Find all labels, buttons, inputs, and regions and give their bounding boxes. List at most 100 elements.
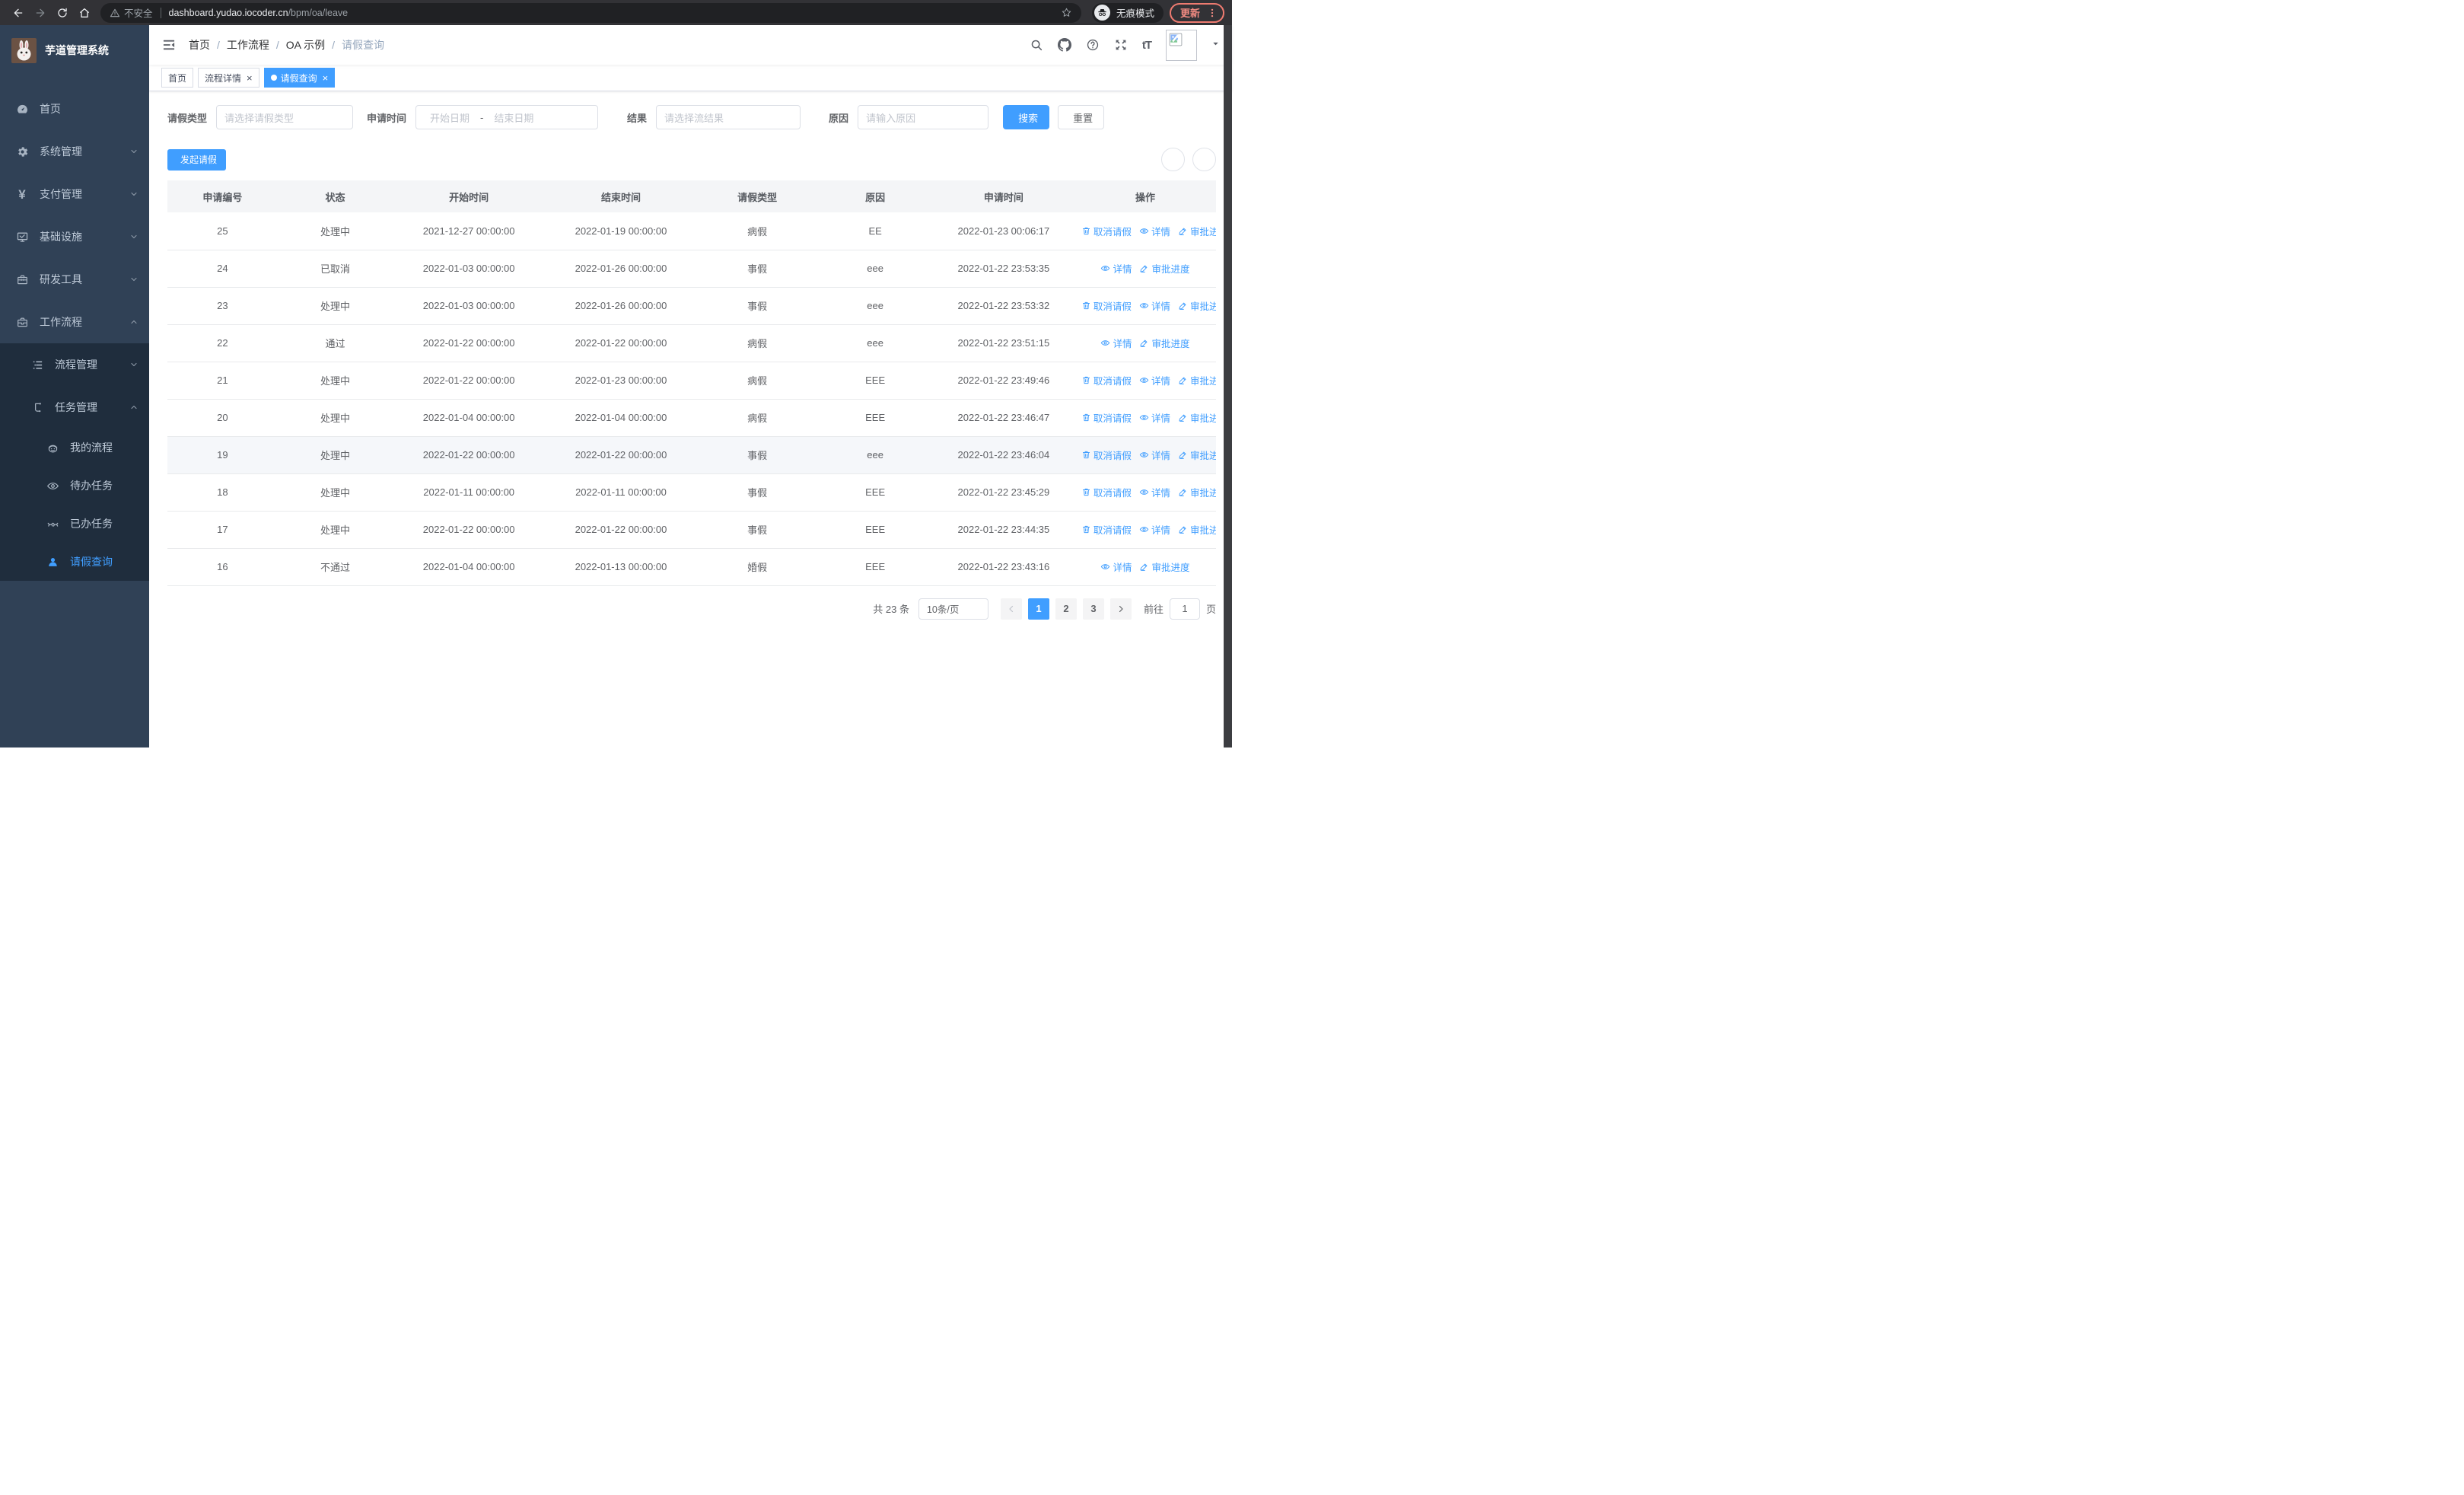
sidebar-toggle-button[interactable] [161,37,177,53]
detail-action-link[interactable]: 详情 [1100,336,1132,350]
detail-action-link[interactable]: 详情 [1100,261,1132,276]
leave-type-select[interactable]: 请选择请假类型 [216,105,354,129]
column-header: 操作 [1074,180,1216,212]
progress-action-link[interactable]: 审批进度 [1178,373,1216,387]
next-page-button[interactable] [1109,598,1132,620]
progress-action-link[interactable]: 审批进度 [1178,485,1216,499]
cell-type: 事假 [696,250,818,288]
home-button[interactable] [74,2,94,23]
detail-action-link[interactable]: 详情 [1139,224,1170,238]
address-bar[interactable]: 不安全 dashboard.yudao.iocoder.cn /bpm/oa/l… [100,2,1081,23]
progress-action-link[interactable]: 审批进度 [1139,261,1189,276]
sidebar-item-流程管理[interactable]: 流程管理 [0,343,149,386]
page-button-3[interactable]: 3 [1082,598,1104,620]
sidebar-item-系统管理[interactable]: 系统管理 [0,130,149,173]
detail-action-link[interactable]: 详情 [1139,448,1170,462]
tab-请假查询[interactable]: 请假查询 × [263,68,336,88]
cell-applied: 2022-01-22 23:49:46 [932,362,1074,400]
action-label: 审批进度 [1189,413,1216,424]
detail-action-link[interactable]: 详情 [1139,522,1170,537]
reload-icon [56,7,68,19]
page-size-select[interactable]: 10条/页 [918,598,988,620]
toggle-search-button[interactable] [1161,148,1185,171]
help-icon [1086,38,1100,52]
cancel-action-link[interactable]: 取消请假 [1081,522,1132,537]
tab-流程详情[interactable]: 流程详情 × [198,68,259,88]
font-size-button[interactable]: tT [1142,39,1152,52]
search-button[interactable] [1030,38,1043,52]
cell-status: 处理中 [277,436,393,474]
cancel-action-link[interactable]: 取消请假 [1081,298,1132,313]
detail-action-link[interactable]: 详情 [1139,298,1170,313]
breadcrumb-item[interactable]: OA 示例 [286,37,325,53]
close-icon[interactable]: × [247,73,253,83]
breadcrumb-item[interactable]: 工作流程 [227,37,269,53]
search-button[interactable]: 搜索 [1003,105,1050,129]
cell-reason: EE [817,212,933,250]
sidebar-item-基础设施[interactable]: 基础设施 [0,215,149,258]
browser-menu-icon[interactable] [1207,8,1218,18]
cancel-action-link[interactable]: 取消请假 [1081,410,1132,425]
help-button[interactable] [1086,38,1100,52]
fullscreen-button[interactable] [1114,38,1128,52]
page-button-1[interactable]: 1 [1027,598,1049,620]
breadcrumb-separator: / [332,39,336,51]
update-button[interactable]: 更新 [1169,2,1224,23]
sidebar-item-已办任务[interactable]: 已办任务 [0,505,149,543]
github-button[interactable] [1057,38,1071,52]
reason-input[interactable]: 请输入原因 [858,105,989,129]
prev-page-button[interactable] [1000,598,1022,620]
progress-action-link[interactable]: 审批进度 [1139,559,1189,574]
detail-action-link[interactable]: 详情 [1139,485,1170,499]
cell-type: 病假 [696,212,818,250]
incognito-badge: 无痕模式 [1091,2,1164,23]
cell-end: 2022-01-26 00:00:00 [545,250,697,288]
window-scrollbar[interactable] [1224,25,1232,748]
avatar[interactable] [1166,29,1197,61]
create-leave-button[interactable]: 发起请假 [167,148,227,171]
sidebar-item-任务管理[interactable]: 任务管理 [0,386,149,429]
sidebar-item-我的流程[interactable]: 我的流程 [0,429,149,467]
app-logo[interactable]: 芋道管理系统 [0,25,149,75]
action-label: 详情 [1113,264,1132,275]
progress-action-link[interactable]: 审批进度 [1178,410,1216,425]
close-icon[interactable]: × [323,73,329,83]
caret-down-icon[interactable] [1211,40,1220,50]
progress-action-link[interactable]: 审批进度 [1178,448,1216,462]
progress-action-link[interactable]: 审批进度 [1178,224,1216,238]
table-row: 23 处理中 2022-01-03 00:00:00 2022-01-26 00:00… [167,287,1216,325]
progress-action-link[interactable]: 审批进度 [1178,522,1216,537]
chevron-down-icon [129,232,138,241]
sidebar-item-请假查询[interactable]: 请假查询 [0,543,149,581]
sidebar-item-待办任务[interactable]: 待办任务 [0,467,149,505]
progress-action-link[interactable]: 审批进度 [1139,336,1189,350]
sidebar-item-首页[interactable]: 首页 [0,88,149,130]
sidebar-item-研发工具[interactable]: 研发工具 [0,258,149,301]
reload-button[interactable] [52,2,72,23]
bookmark-star-icon[interactable] [1061,7,1072,18]
refresh-table-button[interactable] [1192,148,1216,171]
cancel-action-link[interactable]: 取消请假 [1081,224,1132,238]
detail-action-link[interactable]: 详情 [1139,373,1170,387]
cell-end: 2022-01-04 00:00:00 [545,399,697,437]
sidebar-item-工作流程[interactable]: 工作流程 [0,301,149,343]
breadcrumb-item[interactable]: 首页 [189,37,210,53]
cancel-action-link[interactable]: 取消请假 [1081,485,1132,499]
leave-type-label: 请假类型 [167,112,208,124]
cancel-action-link[interactable]: 取消请假 [1081,448,1132,462]
cell-status: 处理中 [277,362,393,400]
reset-button[interactable]: 重置 [1058,105,1105,129]
cancel-action-link[interactable]: 取消请假 [1081,373,1132,387]
back-button[interactable] [8,2,28,23]
sidebar-item-支付管理[interactable]: ¥ 支付管理 [0,173,149,215]
forward-button[interactable] [30,2,50,23]
incognito-label: 无痕模式 [1116,8,1154,19]
goto-page-input[interactable] [1169,598,1200,620]
tab-首页[interactable]: 首页 [161,68,194,88]
page-button-2[interactable]: 2 [1055,598,1077,620]
progress-action-link[interactable]: 审批进度 [1178,298,1216,313]
detail-action-link[interactable]: 详情 [1100,559,1132,574]
result-select[interactable]: 请选择流结果 [656,105,801,129]
detail-action-link[interactable]: 详情 [1139,410,1170,425]
apply-time-range-picker[interactable]: 开始日期 - 结束日期 [415,105,599,129]
